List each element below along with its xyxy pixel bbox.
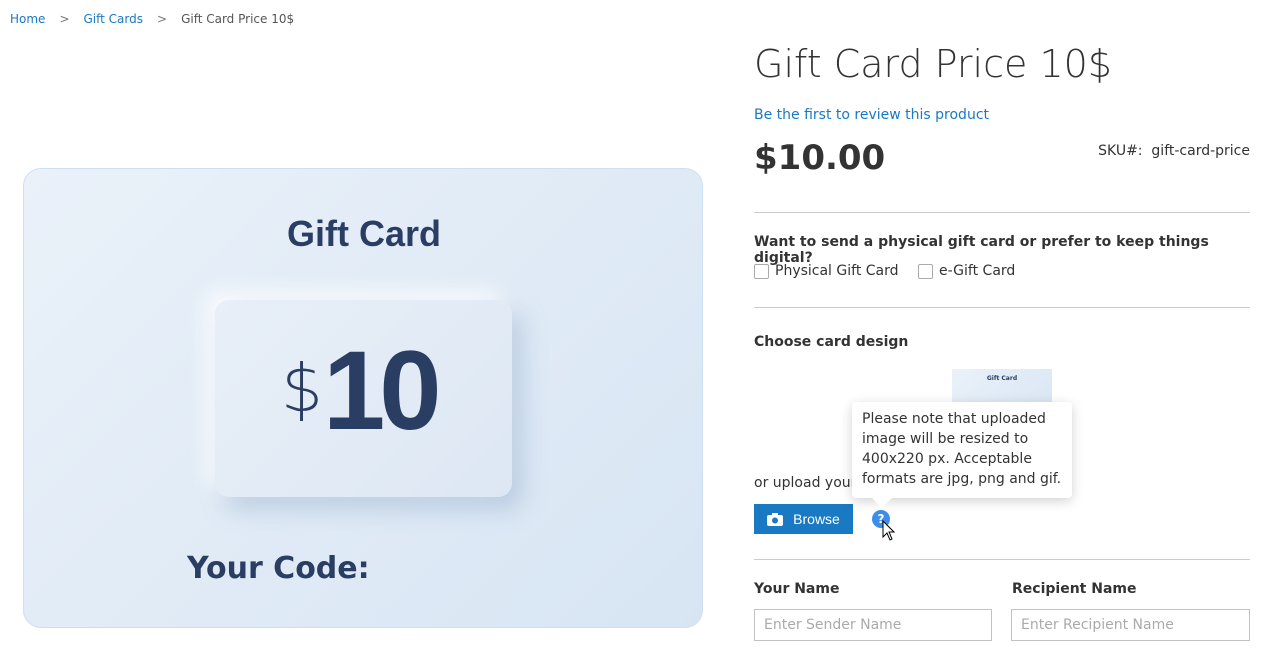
chevron-right-icon: >: [59, 12, 70, 26]
sku-value: gift-card-price: [1151, 143, 1250, 159]
browse-button[interactable]: Browse: [754, 504, 853, 534]
sku-label: SKU#:: [1098, 143, 1143, 159]
sender-label: Your Name: [754, 581, 840, 597]
breadcrumb-home[interactable]: Home: [10, 12, 45, 26]
checkbox[interactable]: [754, 263, 769, 279]
amount-panel: $ 10: [215, 300, 512, 497]
checkbox[interactable]: [918, 263, 933, 279]
recipient-name-input[interactable]: [1011, 609, 1250, 641]
upload-text: or upload your: [754, 475, 857, 491]
tooltip: Please note that uploaded image will be …: [852, 402, 1072, 508]
thumb-title: Gift Card: [986, 375, 1018, 382]
camera-icon: [767, 512, 784, 526]
gift-card-image: Gift Card $ 10 Your Code:: [23, 168, 703, 628]
review-link[interactable]: Be the first to review this product: [754, 107, 989, 123]
chevron-right-icon: >: [157, 12, 168, 26]
e-gift-card-checkbox[interactable]: e-Gift Card: [918, 263, 1015, 279]
design-label: Choose card design: [754, 334, 909, 350]
divider: [754, 559, 1250, 560]
checkbox-label: Physical Gift Card: [775, 263, 899, 279]
card-title: Gift Card: [286, 213, 441, 254]
code-label: Your Code:: [187, 551, 370, 586]
divider: [754, 212, 1250, 213]
sku: SKU#: gift-card-price: [1098, 143, 1250, 159]
breadcrumb: Home > Gift Cards > Gift Card Price 10$: [10, 12, 294, 26]
amount: 10: [323, 328, 442, 453]
recipient-label: Recipient Name: [1012, 581, 1137, 597]
card-type-question: Want to send a physical gift card or pre…: [754, 234, 1209, 266]
page-title: Gift Card Price 10$: [754, 42, 1112, 86]
breadcrumb-gift-cards[interactable]: Gift Cards: [84, 12, 144, 26]
currency-symbol: $: [281, 350, 323, 427]
breadcrumb-current: Gift Card Price 10$: [181, 12, 295, 26]
price: $10.00: [754, 138, 886, 178]
physical-gift-card-checkbox[interactable]: Physical Gift Card: [754, 263, 899, 279]
browse-label: Browse: [793, 511, 840, 527]
checkbox-label: e-Gift Card: [939, 263, 1016, 279]
sender-name-input[interactable]: [754, 609, 992, 641]
divider: [754, 307, 1250, 308]
cursor-icon: [882, 520, 896, 541]
